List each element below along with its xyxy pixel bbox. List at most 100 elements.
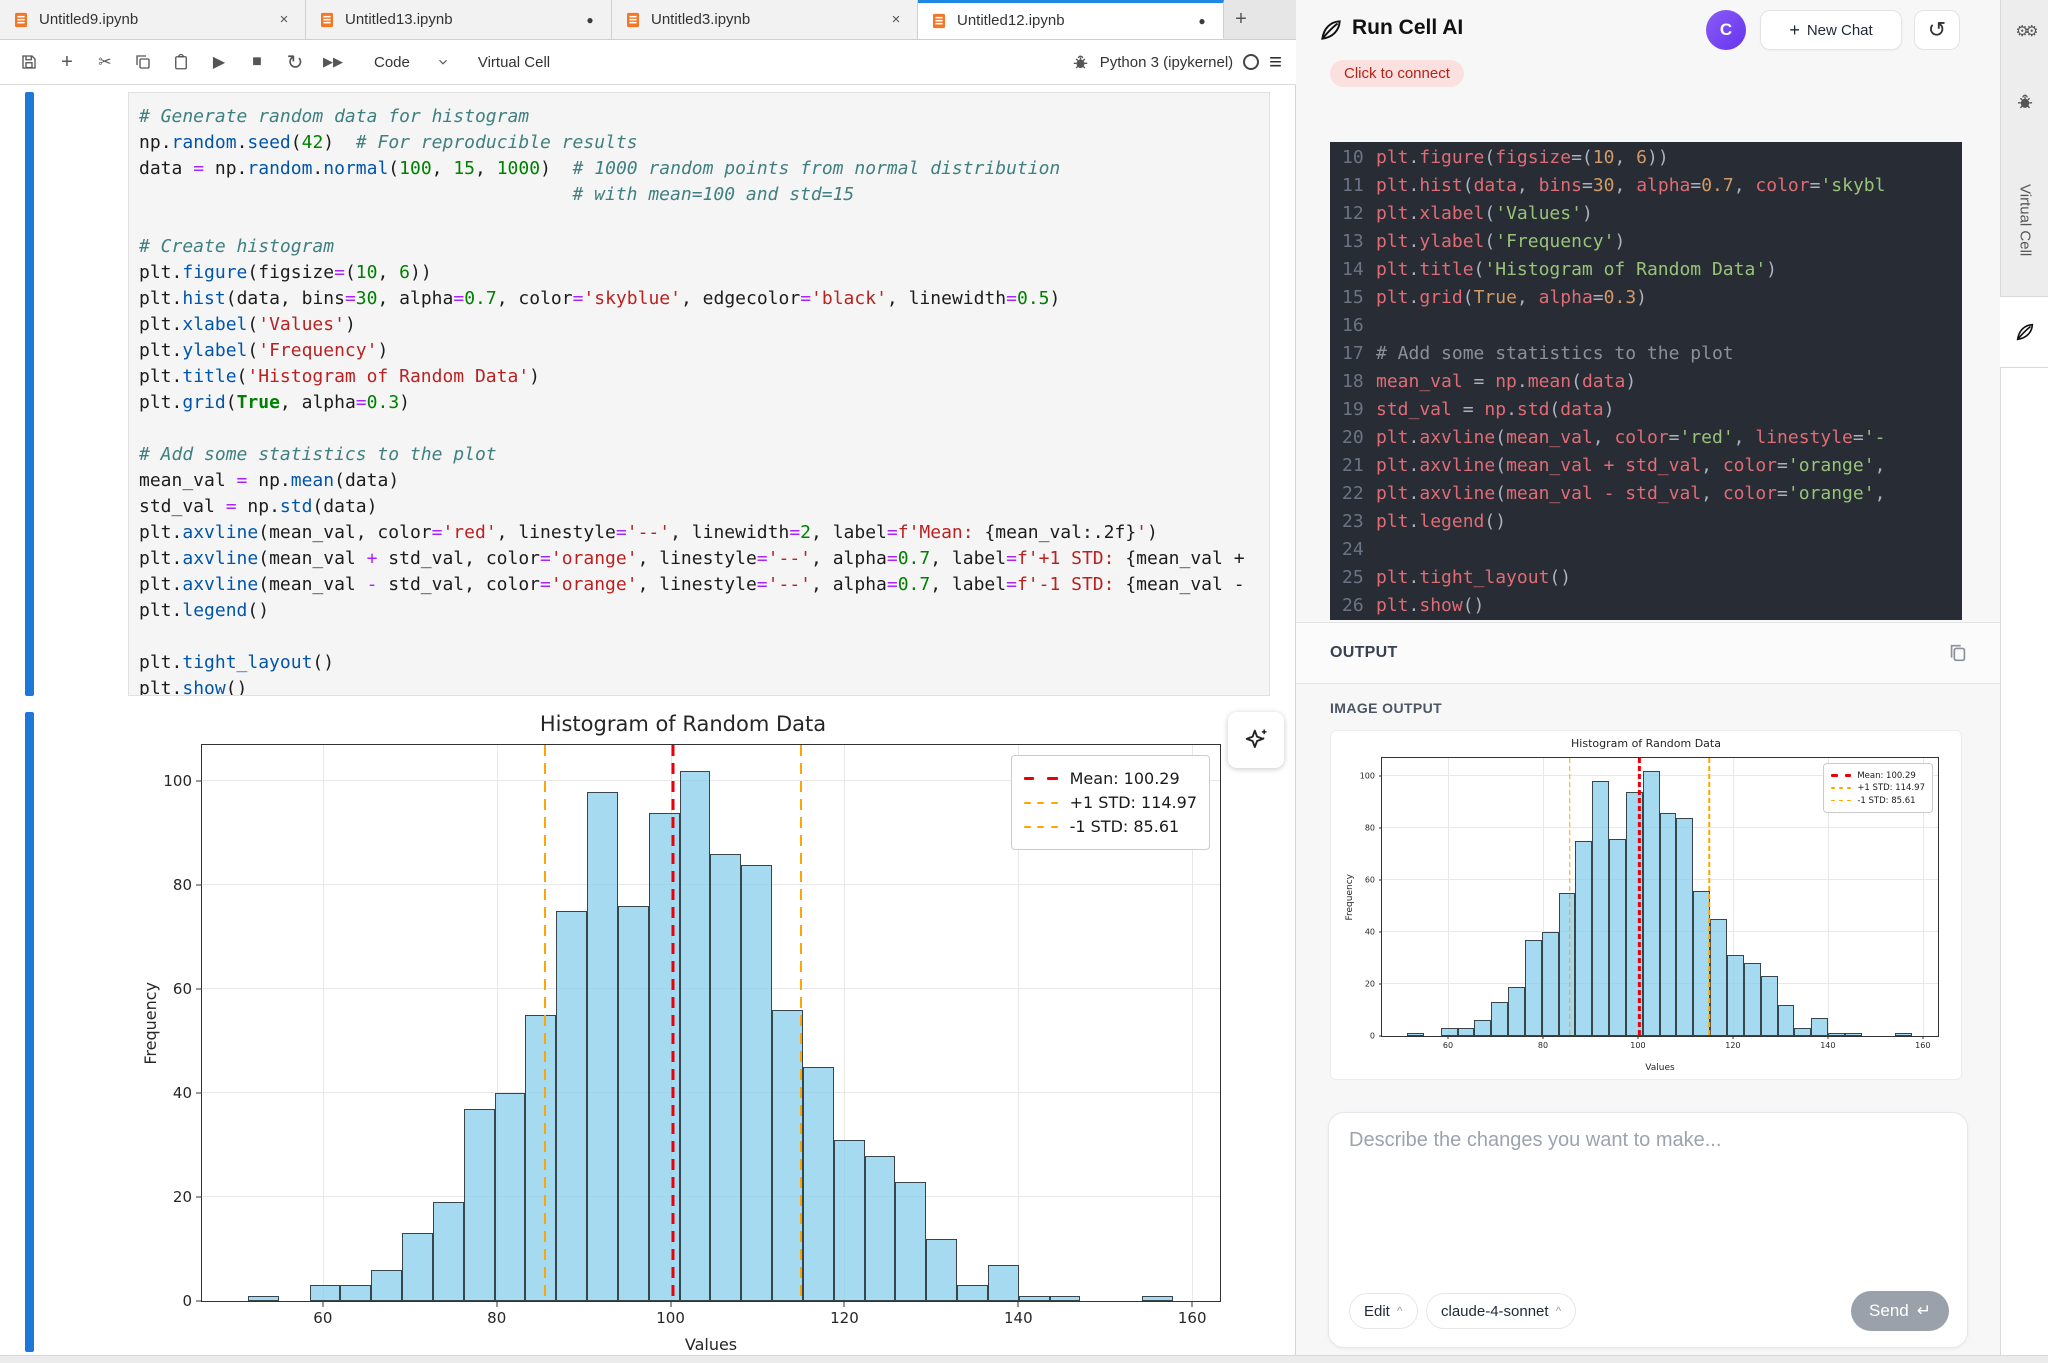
hist-bar — [1559, 893, 1576, 1036]
notebook-pane: Untitled9.ipynb × Untitled13.ipynb ● Unt… — [0, 0, 1296, 1363]
y-tick-label: 0 — [1370, 1032, 1375, 1041]
copy-icon — [1947, 642, 1969, 664]
chart-ylabel: Frequency — [139, 744, 161, 1302]
save-button[interactable] — [14, 48, 44, 76]
new-chat-button[interactable]: + New Chat — [1760, 10, 1902, 50]
copy-output-button[interactable] — [1944, 639, 1972, 667]
mode-dropdown[interactable]: Edit ^ — [1349, 1293, 1418, 1329]
unsaved-dot-icon[interactable]: ● — [581, 13, 599, 27]
hist-bar — [1525, 940, 1542, 1036]
copy-icon — [134, 53, 152, 71]
plot-area: 6080100120140160020406080100Mean: 100.29… — [201, 744, 1221, 1302]
y-tick-label: 40 — [173, 1084, 192, 1102]
line-number: 18 — [1330, 368, 1376, 396]
line-number: 20 — [1330, 424, 1376, 452]
chart-xlabel: Values — [1381, 1063, 1939, 1073]
hist-bar — [865, 1156, 896, 1301]
x-tick-label: 80 — [1538, 1041, 1548, 1050]
tab-label: Untitled3.ipynb — [651, 11, 878, 28]
tab-label: Untitled13.ipynb — [345, 11, 572, 28]
bug-icon[interactable] — [2001, 92, 2048, 112]
close-icon[interactable]: × — [887, 11, 905, 28]
hist-bar — [464, 1109, 495, 1301]
kernel-name[interactable]: Python 3 (ipykernel) — [1100, 54, 1233, 71]
x-tick-label: 120 — [1725, 1041, 1740, 1050]
tab-untitled3[interactable]: Untitled3.ipynb × — [612, 0, 918, 39]
panel-code-view[interactable]: 10plt.figure(figsize=(10, 6))11plt.hist(… — [1330, 142, 1962, 620]
hist-bar — [1508, 987, 1525, 1036]
hist-bar — [710, 854, 741, 1301]
add-cell-button[interactable]: + — [52, 48, 82, 76]
chat-history-button[interactable]: ↺ — [1914, 10, 1960, 50]
y-tick-label: 80 — [1365, 824, 1375, 833]
hist-bar — [495, 1093, 526, 1301]
x-tick-label: 80 — [487, 1309, 506, 1327]
hist-bar — [1744, 963, 1761, 1036]
cut-cell-button[interactable]: ✂ — [90, 48, 120, 76]
output-label: OUTPUT — [1330, 644, 1398, 662]
y-tick-label: 100 — [163, 772, 192, 790]
chart-title: Histogram of Random Data — [133, 712, 1233, 736]
restart-kernel-button[interactable]: ↻ — [280, 48, 310, 76]
sidebar-tab-run-cell-ai-active[interactable] — [2000, 296, 2048, 368]
tab-untitled9[interactable]: Untitled9.ipynb × — [0, 0, 306, 39]
cell-type-dropdown[interactable]: Code — [374, 54, 450, 71]
debugger-bug-icon[interactable] — [1071, 53, 1090, 72]
copy-cell-button[interactable] — [128, 48, 158, 76]
hist-bar — [1542, 932, 1559, 1036]
restart-run-all-button[interactable]: ▶▶ — [318, 48, 348, 76]
virtual-cell-toolbar-label[interactable]: Virtual Cell — [478, 54, 550, 71]
legend-label: +1 STD: 114.97 — [1070, 793, 1197, 812]
hist-bar — [525, 1015, 556, 1301]
y-tick-label: 20 — [1365, 980, 1375, 989]
code-cell-indicator[interactable] — [25, 92, 34, 696]
line-number: 24 — [1330, 536, 1376, 564]
hist-bar — [433, 1202, 464, 1301]
notebook-file-icon — [930, 12, 948, 30]
kernel-status-icon[interactable] — [1243, 54, 1259, 70]
output-cell-indicator[interactable] — [25, 712, 34, 1352]
hist-bar — [1811, 1018, 1828, 1036]
connect-status-badge[interactable]: Click to connect — [1330, 60, 1464, 87]
line-number: 21 — [1330, 452, 1376, 480]
x-tick-label: 60 — [1443, 1041, 1453, 1050]
y-tick-label: 60 — [1365, 876, 1375, 885]
hist-bar — [1474, 1020, 1491, 1036]
avatar[interactable]: C — [1706, 10, 1746, 50]
tab-untitled12-active[interactable]: Untitled12.ipynb ● — [918, 0, 1224, 39]
sidebar-tab-virtual-cell[interactable]: Virtual Cell — [2001, 150, 2048, 290]
new-tab-button[interactable]: + — [1224, 0, 1258, 39]
x-tick-label: 60 — [313, 1309, 332, 1327]
settings-gears-icon[interactable]: ⚙⚙ — [2001, 22, 2048, 40]
history-icon: ↺ — [1928, 17, 1946, 43]
axvline — [800, 745, 802, 1301]
notebook-file-icon — [624, 11, 642, 29]
close-icon[interactable]: × — [275, 11, 293, 28]
caret-icon: ^ — [1556, 1304, 1562, 1318]
y-tick-label: 100 — [1360, 772, 1375, 781]
y-tick-label: 20 — [173, 1188, 192, 1206]
y-tick-label: 40 — [1365, 928, 1375, 937]
x-tick-label: 160 — [1915, 1041, 1930, 1050]
unsaved-dot-icon[interactable]: ● — [1193, 14, 1211, 28]
chart-legend: Mean: 100.29+1 STD: 114.97-1 STD: 85.61 — [1823, 763, 1933, 813]
hist-bar — [1761, 976, 1778, 1036]
toolbar-menu-icon[interactable]: ≡ — [1269, 51, 1282, 73]
code-cell-editor[interactable]: # Generate random data for histogramnp.r… — [128, 92, 1270, 696]
run-cell-button[interactable]: ▶ — [204, 48, 234, 76]
send-button[interactable]: Send ↵ — [1851, 1291, 1949, 1331]
hist-bar — [895, 1182, 926, 1302]
hist-bar — [926, 1239, 957, 1301]
axvline — [672, 745, 675, 1301]
model-dropdown[interactable]: claude-4-sonnet ^ — [1426, 1293, 1576, 1329]
tab-untitled13[interactable]: Untitled13.ipynb ● — [306, 0, 612, 39]
line-number: 15 — [1330, 284, 1376, 312]
hist-bar — [1828, 1033, 1845, 1036]
chat-input[interactable] — [1349, 1129, 1949, 1269]
paste-cell-button[interactable] — [166, 48, 196, 76]
cell-output-plot: Histogram of Random DataFrequency6080100… — [133, 710, 1233, 1358]
stop-kernel-button[interactable]: ■ — [242, 48, 272, 76]
line-number: 19 — [1330, 396, 1376, 424]
tab-bar: Untitled9.ipynb × Untitled13.ipynb ● Unt… — [0, 0, 1296, 40]
ai-sparkle-button[interactable] — [1228, 712, 1284, 768]
